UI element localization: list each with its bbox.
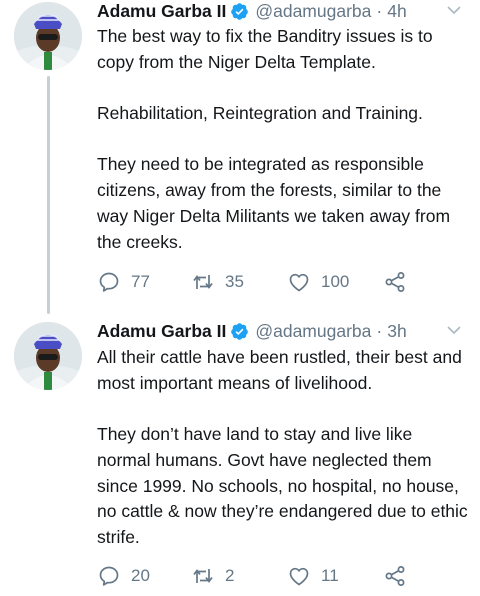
reply-count: 20	[131, 566, 150, 585]
avatar-image	[14, 322, 82, 390]
reply-button[interactable]: 20	[97, 562, 150, 590]
tweet-paragraph: Rehabilitation, Reintegration and Traini…	[97, 103, 423, 124]
tweet-header: Adamu Garba II @adamugarba · 4h	[97, 0, 466, 24]
verified-badge-icon	[231, 322, 249, 340]
reply-button[interactable]: 77	[97, 268, 150, 296]
retweet-count: 2	[225, 566, 235, 585]
chevron-down-icon[interactable]	[446, 2, 462, 18]
tweet-actions: 20 2 11	[97, 562, 466, 590]
retweet-button[interactable]: 35	[191, 268, 244, 296]
separator-dot: ·	[376, 0, 383, 21]
separator-dot: ·	[376, 320, 383, 341]
user-handle[interactable]: @adamugarba	[255, 1, 371, 22]
timestamp[interactable]: 3h	[387, 321, 406, 342]
user-handle[interactable]: @adamugarba	[255, 321, 371, 342]
like-icon	[289, 567, 309, 586]
share-button[interactable]	[383, 562, 407, 590]
like-count: 100	[321, 272, 350, 291]
tweet-actions: 77 35 100	[97, 268, 466, 296]
avatar[interactable]	[14, 2, 82, 70]
avatar-image	[14, 2, 82, 70]
tweet-paragraph: They don’t have land to stay and live li…	[97, 424, 468, 547]
retweet-icon	[193, 275, 213, 289]
chevron-down-icon[interactable]	[446, 322, 462, 338]
tweet[interactable]: Adamu Garba II @adamugarba · 4h The best…	[0, 0, 480, 316]
tweet-text: All their cattle have been rustled, thei…	[97, 345, 470, 551]
retweet-icon	[193, 569, 213, 583]
tweet-text: The best way to fix the Banditry issues …	[97, 24, 470, 255]
share-icon	[385, 566, 405, 586]
tweet-paragraph: The best way to fix the Banditry issues …	[97, 26, 433, 72]
retweet-count: 35	[225, 272, 244, 291]
tweet-paragraph: They need to be integrated as responsibl…	[97, 154, 451, 252]
share-icon	[385, 272, 405, 292]
reply-icon	[99, 566, 119, 586]
verified-badge-icon	[231, 2, 249, 20]
display-name[interactable]: Adamu Garba II	[97, 1, 226, 22]
tweet-header: Adamu Garba II @adamugarba · 3h	[97, 318, 466, 344]
avatar[interactable]	[14, 322, 82, 390]
retweet-button[interactable]: 2	[191, 562, 234, 590]
reply-icon	[99, 272, 119, 292]
reply-count: 77	[131, 272, 150, 291]
like-icon	[289, 273, 309, 292]
timestamp[interactable]: 4h	[387, 1, 406, 22]
tweet-paragraph: All their cattle have been rustled, thei…	[97, 347, 462, 393]
share-button[interactable]	[383, 268, 407, 296]
like-count: 11	[321, 566, 339, 585]
display-name[interactable]: Adamu Garba II	[97, 321, 226, 342]
tweet[interactable]: Adamu Garba II @adamugarba · 3h All thei…	[0, 316, 480, 596]
like-button[interactable]: 11	[287, 562, 339, 590]
like-button[interactable]: 100	[287, 268, 349, 296]
